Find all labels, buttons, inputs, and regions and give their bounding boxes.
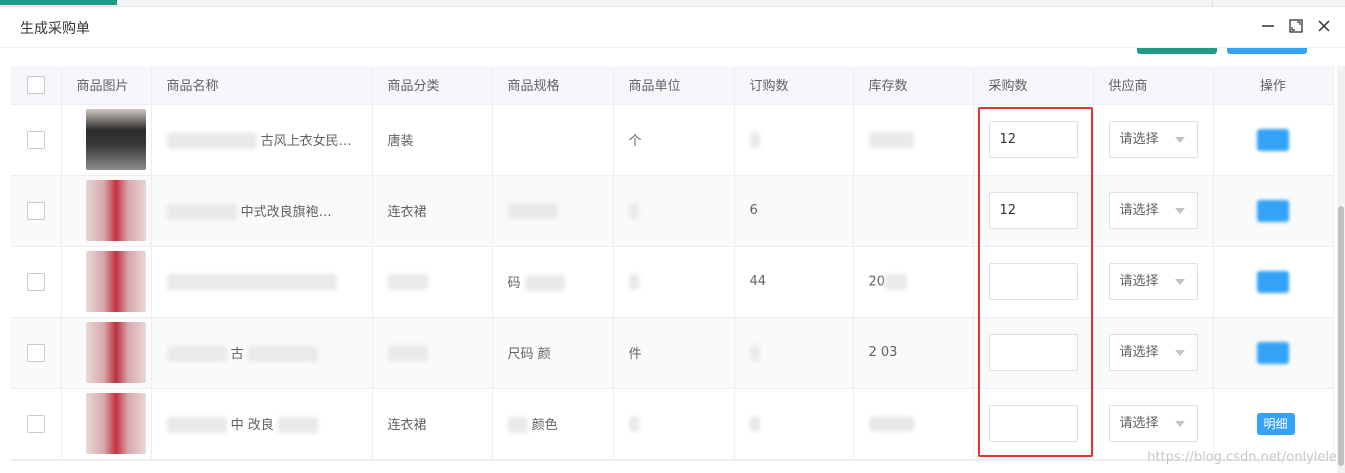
stock-count: 2 03 [853,317,974,389]
stock-count: 20 [868,274,886,289]
product-category: 连衣裙 [372,388,493,460]
scrollbar[interactable] [1337,66,1345,473]
product-name: 中 改良 [230,417,274,433]
row-checkbox[interactable] [26,130,45,149]
stock-count [868,131,914,148]
purchase-qty-input[interactable] [988,334,1078,371]
toolbar [0,48,1345,66]
purchase-qty-input[interactable] [988,405,1078,442]
ordered-count: 44 [734,246,854,318]
minimize-icon[interactable] [1259,17,1277,35]
header-select-all[interactable] [11,66,62,105]
row-checkbox[interactable] [26,343,45,362]
product-unit: 件 [613,317,735,389]
header-image: 商品图片 [61,66,152,105]
product-spec [492,104,614,176]
supplier-select[interactable]: 请选择 [1108,263,1198,300]
chevron-down-icon [1174,208,1185,214]
dialog-header: 生成采购单 [0,7,1345,48]
product-image [85,393,146,454]
header-ordered: 订购数 [734,66,854,105]
product-unit [628,273,639,290]
row-checkbox[interactable] [26,272,45,291]
product-unit [628,415,639,432]
product-category [387,344,428,361]
tab-separator [1212,0,1213,7]
partial-table-row [11,460,1333,473]
header-purchase-qty: 采购数 [973,66,1094,105]
product-spec [507,202,558,219]
product-image [85,322,146,383]
product-image [85,251,146,312]
header-stock: 库存数 [853,66,974,105]
detail-button[interactable]: .. [1256,128,1289,151]
product-unit [628,202,639,219]
row-checkbox[interactable] [26,201,45,220]
purchase-qty-input[interactable] [988,263,1078,300]
product-spec: 码 [507,275,521,291]
supplier-select[interactable]: 请选择 [1108,121,1198,158]
product-name: 中式改良旗袍… [240,204,332,220]
header-name: 商品名称 [151,66,373,105]
product-name: 古 [230,346,244,362]
active-tab-indicator[interactable] [0,0,117,5]
product-category: 连衣裙 [372,175,493,247]
product-image [85,109,146,170]
table-row: 码 44 20 请选择 .. [11,246,1334,318]
detail-button[interactable]: 明细 [1256,412,1295,435]
product-image [85,180,146,241]
maximize-icon[interactable] [1287,17,1305,35]
detail-button[interactable]: .. [1256,270,1289,293]
header-supplier: 供应商 [1093,66,1214,105]
product-category [387,273,428,290]
product-spec: 尺码 颜 [492,317,614,389]
select-all-checkbox[interactable] [26,75,45,94]
chevron-down-icon [1174,350,1185,356]
window-controls [1259,17,1333,35]
product-unit: 个 [613,104,735,176]
row-checkbox[interactable] [26,414,45,433]
watermark: https://blog.csdn.net/onlylele [1147,450,1337,465]
purchase-qty-input[interactable] [988,121,1078,158]
detail-button[interactable]: .. [1256,199,1289,222]
product-name [166,273,337,290]
ordered-count [749,131,760,148]
table-header-row: 商品图片 商品名称 商品分类 商品规格 商品单位 订购数 库存数 采购数 供应商… [11,66,1334,105]
tab-strip [0,0,1345,7]
ordered-count [749,415,760,432]
header-category: 商品分类 [372,66,493,105]
chevron-down-icon [1174,421,1185,427]
stock-count [868,415,914,432]
supplier-select[interactable]: 请选择 [1108,334,1198,371]
chevron-down-icon [1174,137,1185,143]
purchase-qty-input[interactable] [988,192,1078,229]
table-row: 古风上衣女民… 唐装 个 请选择 .. [11,104,1334,176]
toolbar-green-button[interactable] [1137,48,1217,54]
dialog-title: 生成采购单 [20,21,90,37]
ordered-count: 6 [734,175,854,247]
product-category: 唐装 [372,104,493,176]
ordered-count [749,344,760,361]
supplier-select[interactable]: 请选择 [1108,405,1198,442]
header-action: 操作 [1213,66,1334,105]
close-icon[interactable] [1315,17,1333,35]
chevron-down-icon [1174,279,1185,285]
stock-count [853,175,974,247]
product-name: 古风上衣女民… [260,133,352,149]
scrollbar-thumb[interactable] [1338,206,1344,466]
table-row: 中式改良旗袍… 连衣裙 6 请选择 .. [11,175,1334,247]
detail-button[interactable]: .. [1256,341,1289,364]
supplier-select[interactable]: 请选择 [1108,192,1198,229]
table-row: 古 尺码 颜 件 2 03 请选择 .. [11,317,1334,389]
product-spec: 颜色 [531,417,558,433]
table-row: 中 改良 连衣裙 颜色 请选择 明细 [11,388,1334,460]
header-unit: 商品单位 [613,66,735,105]
purchase-table: 商品图片 商品名称 商品分类 商品规格 商品单位 订购数 库存数 采购数 供应商… [11,66,1334,460]
header-spec: 商品规格 [492,66,614,105]
toolbar-blue-button[interactable] [1227,48,1307,54]
